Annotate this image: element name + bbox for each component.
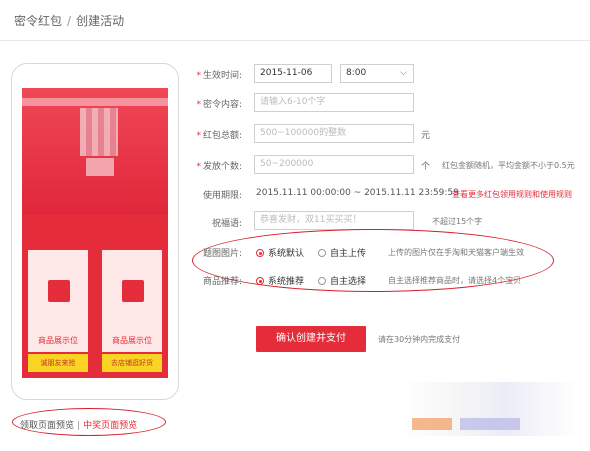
hero-banner	[22, 88, 168, 214]
chevron-down-icon: ⌵	[400, 68, 407, 78]
radio-unchecked-icon	[318, 277, 326, 285]
count-note: 红包金额随机，平均金额不小于0.5元	[442, 161, 575, 170]
product-card-right: 商品展示位 去店铺逛好货	[100, 248, 164, 372]
banner-label: 题图图片:	[202, 249, 242, 259]
count-label: * 发放个数:	[196, 162, 242, 172]
count-input[interactable]: 50~200000	[254, 155, 414, 174]
breadcrumb-parent[interactable]: 密令红包	[14, 14, 62, 28]
banner-note: 上传的图片仅在手淘和天猫客户端生效	[388, 248, 524, 257]
recommend-label: 商品推荐:	[202, 277, 242, 287]
radio-checked-icon	[256, 277, 264, 285]
product-card-label: 商品展示位	[112, 336, 152, 345]
start-time-label: * 生效时间:	[196, 71, 242, 81]
gift-icon	[48, 280, 70, 302]
period-value: 2015.11.11 00:00:00 ~ 2015.11.11 23:59:5…	[256, 188, 459, 198]
blessing-note: 不超过15个字	[432, 217, 483, 226]
total-label: * 红包总额:	[196, 131, 242, 141]
secret-input[interactable]: 请输入6-10个字	[254, 93, 414, 112]
product-card-left: 商品展示位 诚朋友来抢	[26, 248, 90, 372]
total-input[interactable]: 500~100000的整数	[254, 124, 414, 143]
annotation-ellipse-preview	[12, 408, 166, 436]
blessing-label: 祝福语:	[211, 219, 242, 229]
phone-preview: 商品展示位 诚朋友来抢 商品展示位 去店铺逛好货	[11, 63, 179, 400]
banner-default-radio[interactable]: 系统默认	[256, 246, 304, 259]
secret-label: * 密令内容:	[196, 100, 242, 110]
gift-icon	[122, 280, 144, 302]
breadcrumb-current: 创建活动	[76, 14, 125, 28]
period-label: 使用期限:	[202, 191, 242, 201]
recommend-system-radio[interactable]: 系统推荐	[256, 274, 304, 287]
watermark-text	[460, 418, 520, 430]
radio-checked-icon	[256, 249, 264, 257]
rules-link[interactable]: 查看更多红包领用规则和使用规则	[452, 189, 572, 200]
total-unit: 元	[421, 131, 431, 141]
start-hour-select[interactable]: 8:00 ⌵	[340, 64, 414, 83]
header-divider	[0, 40, 590, 41]
pay-note: 请在30分钟内完成支付	[378, 335, 461, 344]
blurred-text	[86, 158, 114, 176]
banner-upload-radio[interactable]: 自主上传	[318, 246, 366, 259]
visit-store-button[interactable]: 去店铺逛好货	[102, 354, 162, 372]
recommend-custom-radio[interactable]: 自主选择	[318, 274, 366, 287]
start-date-input[interactable]: 2015-11-06	[254, 64, 332, 83]
recommend-note: 自主选择推荐商品时，请选择4个宝贝	[388, 276, 522, 285]
blessing-input[interactable]: 恭喜发财，双11买买买！	[254, 211, 414, 230]
count-unit: 个	[421, 162, 431, 172]
breadcrumb: 密令红包 / 创建活动	[14, 12, 124, 29]
product-card-label: 商品展示位	[38, 336, 78, 345]
breadcrumb-separator: /	[67, 14, 72, 28]
radio-unchecked-icon	[318, 249, 326, 257]
confirm-pay-button[interactable]: 确认创建并支付	[256, 326, 366, 352]
hero-blurred-strip	[22, 98, 168, 106]
phone-screen: 商品展示位 诚朋友来抢 商品展示位 去店铺逛好货	[22, 88, 168, 378]
blurred-avatar	[80, 108, 118, 156]
share-friends-button[interactable]: 诚朋友来抢	[28, 354, 88, 372]
watermark-logo	[412, 418, 452, 430]
